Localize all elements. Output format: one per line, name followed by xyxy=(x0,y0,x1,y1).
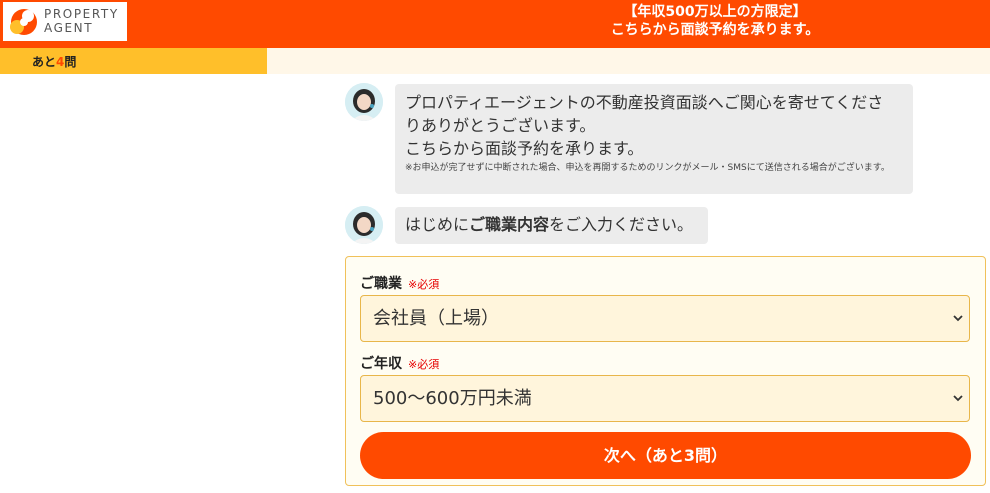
income-required-badge: ※必須 xyxy=(408,358,440,371)
chevron-down-icon xyxy=(953,395,963,402)
progress-suffix: 問 xyxy=(64,55,77,69)
logo-text-property: PROPERTY xyxy=(44,7,119,21)
chat-message-intro: プロパティエージェントの不動産投資面談へご関心を寄せてくださ りありがとうござい… xyxy=(395,84,913,194)
banner-line-2: こちらから面談予約を承ります。 xyxy=(610,22,820,38)
chat-prompt-suffix: をご入力ください。 xyxy=(549,215,694,234)
progress-label: あと4問 xyxy=(32,53,76,70)
occupation-select-value: 会社員（上場） xyxy=(373,308,499,329)
chat-message-prompt: はじめにご職業内容をご入力ください。 xyxy=(395,207,708,244)
income-select[interactable]: 500〜600万円未満 xyxy=(360,375,970,422)
income-label-text: ご年収 xyxy=(360,356,402,372)
chat-message-intro-line1: プロパティエージェントの不動産投資面談へご関心を寄せてくださ xyxy=(405,93,884,112)
property-agent-logo[interactable]: PROPERTY AGENT xyxy=(3,2,127,41)
occupation-select[interactable]: 会社員（上場） xyxy=(360,295,970,342)
operator-avatar-icon xyxy=(345,206,383,244)
operator-avatar-2 xyxy=(345,206,383,244)
chat-prompt-highlight: ご職業内容 xyxy=(469,215,550,234)
occupation-required-badge: ※必須 xyxy=(408,278,440,291)
logo-mark-icon xyxy=(10,9,37,35)
income-select-value: 500〜600万円未満 xyxy=(373,388,532,409)
occupation-label-text: ご職業 xyxy=(360,276,402,292)
chevron-down-icon xyxy=(953,315,963,322)
income-label: ご年収 ※必須 xyxy=(360,353,439,373)
next-button[interactable]: 次へ（あと3問） xyxy=(360,432,971,479)
logo-text-agent: AGENT xyxy=(44,21,94,35)
operator-avatar-icon xyxy=(345,83,383,121)
chat-message-intro-note: ※お申込が完了せずに中断された場合、申込を再開するためのリンクがメール・SMSに… xyxy=(405,163,890,173)
operator-avatar xyxy=(345,83,383,121)
header: PROPERTY AGENT 【年収500万以上の方限定】 こちらから面談予約を… xyxy=(0,0,990,48)
chat-message-intro-line2: りありがとうございます。 xyxy=(405,116,596,135)
occupation-label: ご職業 ※必須 xyxy=(360,273,439,293)
chat-message-intro-line3: こちらから面談予約を承ります。 xyxy=(405,139,644,158)
progress-bar: あと4問 xyxy=(0,48,990,74)
profile-form: ご職業 ※必須 会社員（上場） ご年収 ※必須 500〜600万円未満 次へ（あと3… xyxy=(345,256,986,486)
banner-line-1: 【年収500万以上の方限定】 xyxy=(623,4,807,20)
chat-prompt-prefix: はじめに xyxy=(405,215,470,234)
header-banner: 【年収500万以上の方限定】 こちらから面談予約を承ります。 xyxy=(440,3,990,39)
progress-prefix: あと xyxy=(32,55,57,69)
